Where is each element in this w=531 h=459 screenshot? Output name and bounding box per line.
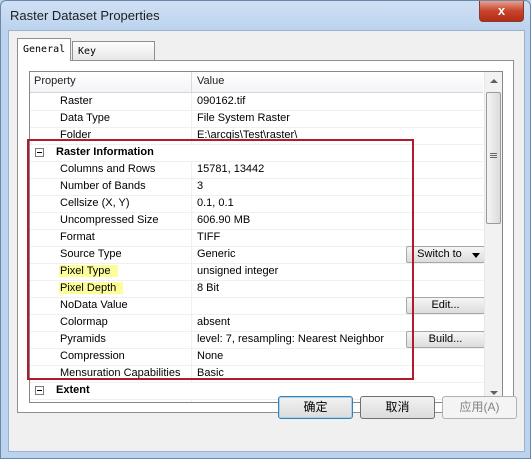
dropdown-arrow-icon [472, 253, 480, 258]
category-row[interactable]: Raster Information [30, 144, 483, 162]
property-name: T [60, 401, 67, 402]
dialog-window: Raster Dataset Properties x General Key … [0, 0, 531, 459]
property-name: Raster [60, 95, 93, 107]
property-row[interactable]: Colormap absent [30, 314, 483, 332]
cell-divider [191, 280, 192, 297]
property-row[interactable]: Uncompressed Size 606.90 MB [30, 212, 483, 230]
property-name: Folder [60, 129, 92, 141]
dialog-client-area: General Key Metadata Property Value Rast… [8, 30, 525, 452]
close-icon: x [497, 3, 506, 18]
apply-button[interactable]: 应用(A) [442, 396, 517, 419]
property-row[interactable]: Cellsize (X, Y) 0.1, 0.1 [30, 195, 483, 213]
cell-divider [191, 399, 192, 402]
cell-divider [191, 127, 192, 144]
close-button[interactable]: x [479, 1, 524, 22]
property-name: Pixel Type [59, 265, 118, 277]
property-name: Uncompressed Size [60, 214, 159, 226]
property-value: E:\arcgis\Test\raster\ [197, 129, 298, 141]
property-row[interactable]: Mensuration Capabilities Basic [30, 365, 483, 383]
switch-to-button[interactable]: Switch to [406, 246, 485, 263]
collapse-icon[interactable] [35, 386, 44, 395]
build-pyramids-label: Build... [428, 333, 463, 345]
cell-divider [191, 212, 192, 229]
cancel-button[interactable]: 取消 [360, 396, 435, 419]
property-value: 3 [197, 180, 204, 192]
property-value: 8 Bit [197, 282, 220, 294]
grid-header: Property Value [30, 72, 483, 93]
tab-key-metadata[interactable]: Key Metadata [72, 41, 155, 76]
property-value: unsigned integer [197, 265, 279, 277]
property-name: Colormap [60, 316, 108, 328]
property-row[interactable]: NoData Value Edit... [30, 297, 485, 315]
property-row[interactable]: Format TIFF [30, 229, 483, 247]
property-row[interactable]: Pixel Depth 8 Bit [30, 280, 483, 298]
edit-nodata-label: Edit... [431, 299, 460, 311]
scroll-thumb[interactable] [486, 92, 501, 224]
property-value: 5478400.00 [197, 400, 255, 402]
property-row[interactable]: Data Type File System Raster [30, 110, 483, 128]
property-name: Cellsize (X, Y) [60, 197, 130, 209]
property-row[interactable]: Columns and Rows 15781, 13442 [30, 161, 483, 179]
cell-divider [191, 263, 192, 280]
cell-divider [191, 297, 192, 314]
property-value: None [197, 350, 224, 362]
property-name: Data Type [60, 112, 110, 124]
property-name: Pyramids [60, 333, 106, 345]
property-value: level: 7, resampling: Nearest Neighbor [197, 333, 385, 345]
value-column-header[interactable]: Value [197, 75, 224, 87]
ok-button[interactable]: 确定 [278, 396, 353, 419]
property-row[interactable]: Number of Bands 3 [30, 178, 483, 196]
property-row[interactable]: Pixel Type unsigned integer [30, 263, 483, 281]
cell-divider [191, 331, 192, 348]
property-value: absent [197, 316, 231, 328]
property-row[interactable]: Pyramids level: 7, resampling: Nearest Ne… [30, 331, 485, 349]
cell-divider [191, 365, 192, 382]
edit-nodata-button[interactable]: Edit... [406, 297, 485, 314]
property-name: Mensuration Capabilities [60, 367, 181, 379]
collapse-icon[interactable] [35, 148, 44, 157]
tab-general[interactable]: General [17, 38, 72, 61]
build-pyramids-button[interactable]: Build... [406, 331, 485, 348]
property-column-header[interactable]: Property [34, 75, 76, 87]
category-label: Raster Information [56, 146, 154, 158]
general-tab-panel: Property Value Raster 090162.tif Data Type… [17, 60, 514, 413]
cell-divider [191, 314, 192, 331]
vertical-scrollbar[interactable] [484, 72, 502, 402]
property-value: File System Raster [197, 112, 290, 124]
property-value: Generic [197, 248, 236, 260]
property-value: 0.1, 0.1 [197, 197, 234, 209]
property-name: NoData Value [60, 299, 128, 311]
cell-divider [191, 246, 192, 263]
property-row[interactable]: Compression None [30, 348, 483, 366]
property-value: 606.90 MB [197, 214, 251, 226]
grip-icon [490, 153, 497, 154]
property-grid: Property Value Raster 090162.tif Data Type… [29, 71, 503, 403]
property-name: Format [60, 231, 95, 243]
column-divider[interactable] [191, 72, 192, 92]
property-value: Basic [197, 367, 224, 379]
window-title: Raster Dataset Properties [10, 8, 160, 23]
property-name: Columns and Rows [60, 163, 156, 175]
property-name: Pixel Depth [59, 282, 124, 294]
category-label: Extent [56, 384, 90, 396]
cell-divider [191, 348, 192, 365]
cell-divider [191, 178, 192, 195]
cell-divider [191, 195, 192, 212]
property-name: Source Type [60, 248, 122, 260]
title-bar[interactable]: Raster Dataset Properties x [1, 1, 530, 29]
property-value: 090162.tif [197, 95, 246, 107]
cell-divider [191, 161, 192, 178]
property-value: TIFF [197, 231, 221, 243]
cell-divider [191, 110, 192, 127]
property-row[interactable]: Folder E:\arcgis\Test\raster\ [30, 127, 483, 145]
property-name: Number of Bands [60, 180, 146, 192]
property-row[interactable]: Source Type Generic Switch to [30, 246, 485, 264]
property-name: Compression [60, 350, 125, 362]
scroll-up-arrow-icon[interactable] [486, 73, 501, 89]
property-value: 15781, 13442 [197, 163, 265, 175]
cell-divider [191, 229, 192, 246]
switch-to-label: Switch to [417, 248, 462, 260]
property-row[interactable]: Raster 090162.tif [30, 93, 483, 111]
cell-divider [191, 93, 192, 110]
